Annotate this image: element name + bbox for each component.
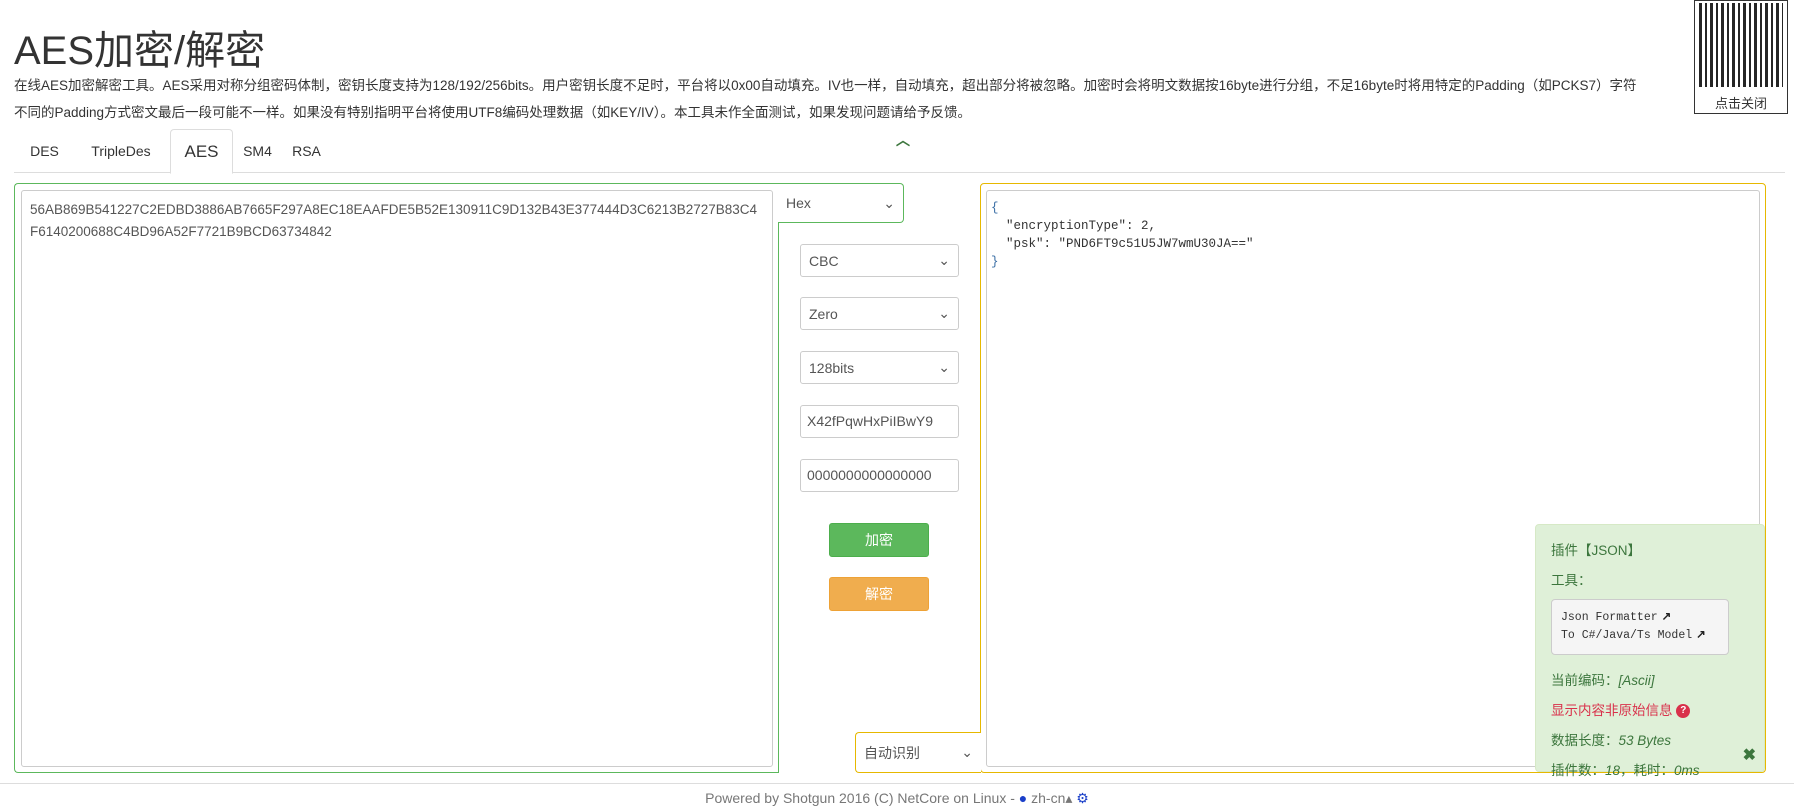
chevron-down-icon: ⌄ <box>883 194 895 211</box>
count-info: 插件数：18，耗时：0ms <box>1551 759 1749 779</box>
tab-rsa[interactable]: RSA <box>281 129 332 173</box>
output-line: { <box>991 201 999 215</box>
external-link-icon: ↗ <box>1696 629 1706 642</box>
count-value: 18 <box>1605 763 1621 778</box>
plugin-title: 插件【JSON】 <box>1551 543 1642 558</box>
tools-label: 工具： <box>1551 573 1592 588</box>
page-title: AES加密/解密 <box>14 29 266 73</box>
padding-select[interactable]: Zero ⌄ <box>800 297 959 330</box>
decrypt-button[interactable]: 解密 <box>829 577 929 611</box>
tool-label: Json Formatter <box>1561 611 1658 624</box>
footer-divider <box>0 783 1794 784</box>
key-size-select[interactable]: 128bits ⌄ <box>800 351 959 384</box>
count-label: 插件数： <box>1551 763 1605 778</box>
output-line: "psk": "PND6FT9c51U5JW7wmU30JA==" <box>991 237 1254 251</box>
tab-sm4[interactable]: SM4 <box>236 129 279 173</box>
encoding-label: 当前编码： <box>1551 673 1619 688</box>
tab-tripledes[interactable]: TripleDes <box>75 129 167 173</box>
chevron-down-icon: ⌄ <box>938 359 950 375</box>
qr-close-label[interactable]: 点击关闭 <box>1695 93 1787 112</box>
input-textarea[interactable]: 56AB869B541227C2EDBD3886AB7665F297A8EC18… <box>21 190 773 767</box>
output-format-value: 自动识别 <box>864 744 920 761</box>
chevron-down-icon: ⌄ <box>938 252 950 268</box>
length-label: 数据长度： <box>1551 733 1619 748</box>
external-link-icon: ↗ <box>1661 611 1672 624</box>
chevron-down-icon: ⌄ <box>938 305 950 321</box>
qr-code-popup[interactable]: 点击关闭 <box>1694 0 1788 114</box>
close-icon[interactable]: ✖ <box>1743 745 1756 765</box>
output-format-select[interactable]: 自动识别 ⌄ <box>855 732 981 773</box>
chevron-down-icon: ⌄ <box>961 744 973 760</box>
length-info: 数据长度：53 Bytes <box>1551 729 1749 749</box>
iv-input[interactable]: 0000000000000000 <box>800 459 959 492</box>
plugin-panel: 插件【JSON】 工具： Json Formatter ↗ To C#/Java/… <box>1535 524 1765 778</box>
collapse-chevron-up-icon[interactable]: ︿ <box>896 130 910 150</box>
tools-box: Json Formatter ↗ To C#/Java/Ts Model ↗ <box>1551 599 1729 655</box>
input-format-select[interactable]: Hex ⌄ <box>778 183 904 223</box>
tab-aes[interactable]: AES <box>170 129 233 174</box>
input-format-value: Hex <box>786 195 811 211</box>
padding-value: Zero <box>809 305 838 322</box>
help-icon[interactable]: ? <box>1676 704 1691 719</box>
qr-code-image <box>1699 3 1783 87</box>
warning-info: 显示内容非原始信息 ? <box>1551 699 1749 719</box>
input-panel-border <box>778 222 779 773</box>
warning-text: 显示内容非原始信息 <box>1551 703 1673 718</box>
encrypt-button[interactable]: 加密 <box>829 523 929 557</box>
output-line: "encryptionType": 2, <box>991 219 1157 233</box>
mode-value: CBC <box>809 252 839 269</box>
tab-des[interactable]: DES <box>16 129 73 173</box>
output-line: } <box>991 255 999 269</box>
length-value: 53 Bytes <box>1618 733 1672 748</box>
description-line-1: 在线AES加密解密工具。AES采用对称分组密码体制，密钥长度支持为128/192… <box>14 78 1637 93</box>
key-input[interactable]: X42fPqwHxPiIBwY9 <box>800 405 959 438</box>
tool-model-converter[interactable]: To C#/Java/Ts Model ↗ <box>1561 627 1719 645</box>
time-value: 0ms <box>1674 763 1700 778</box>
mode-select[interactable]: CBC ⌄ <box>800 244 959 277</box>
description-line-2: 不同的Padding方式密文最后一段可能不一样。如果没有特别指明平台将使用UTF… <box>14 105 972 120</box>
tool-label: To C#/Java/Ts Model <box>1561 629 1693 642</box>
encoding-value: [Ascii] <box>1618 673 1655 688</box>
key-size-value: 128bits <box>809 359 855 376</box>
tool-json-formatter[interactable]: Json Formatter ↗ <box>1561 609 1719 627</box>
encoding-info: 当前编码：[Ascii] <box>1551 669 1749 689</box>
time-label: ，耗时： <box>1620 763 1675 778</box>
footer: Powered by Shotgun 2016 (C) NetCore on L… <box>0 790 1794 807</box>
